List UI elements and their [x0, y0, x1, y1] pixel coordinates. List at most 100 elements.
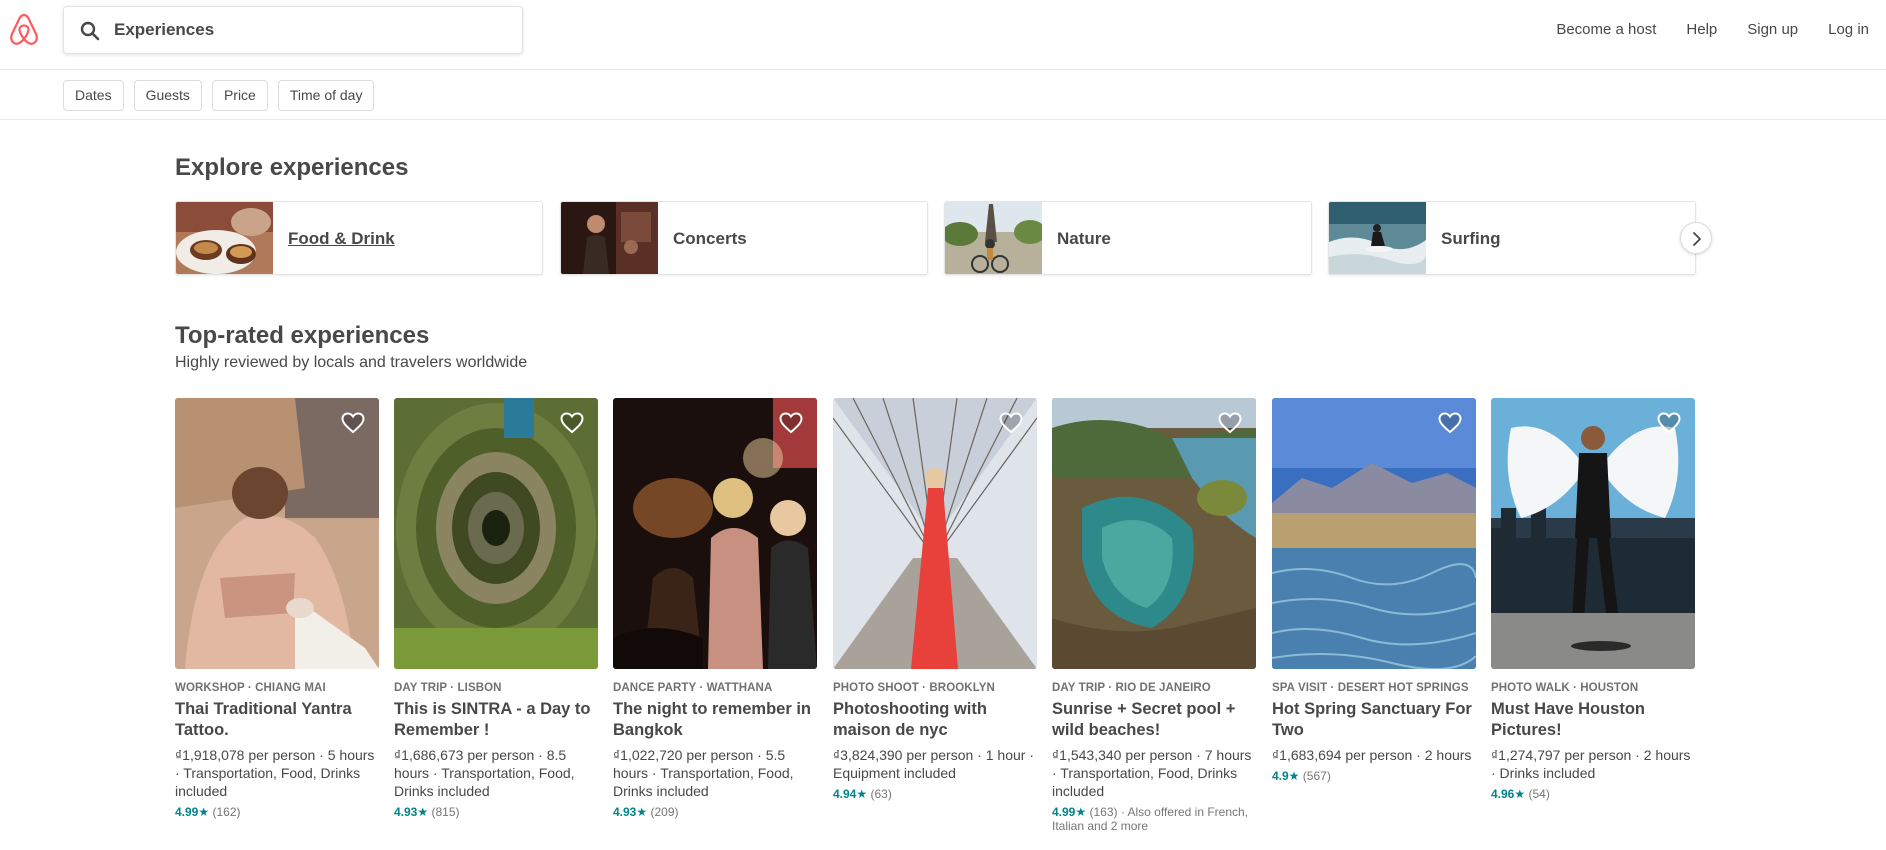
rating-score: 4.94★: [833, 787, 868, 801]
search-box[interactable]: [63, 6, 523, 54]
rating-score: 4.9★: [1272, 769, 1300, 783]
experience-title[interactable]: This is SINTRA - a Day to Remember !: [394, 699, 598, 741]
brooklyn-bridge-image: [833, 398, 1037, 669]
experience-kicker: SPA VISIT · DESERT HOT SPRINGS: [1272, 682, 1469, 694]
surfing-image: [1329, 202, 1426, 274]
help-link[interactable]: Help: [1686, 19, 1717, 41]
experience-photo[interactable]: [1491, 398, 1695, 669]
experience-title[interactable]: Must Have Houston Pictures!: [1491, 699, 1695, 741]
experience-kicker: PHOTO SHOOT · BROOKLYN: [833, 682, 995, 694]
experience-card[interactable]: PHOTO WALK · HOUSTON Must Have Houston P…: [1491, 398, 1695, 801]
experience-rating: 4.99★ (163) · Also offered in French, It…: [1052, 805, 1256, 833]
experience-meta: ₫1,543,340 per person · 7 hours · Transp…: [1052, 747, 1252, 799]
filter-bar: Dates Guests Price Time of day: [0, 71, 1886, 120]
experience-rating: 4.9★ (567): [1272, 769, 1476, 783]
category-food-drink[interactable]: Food & Drink: [175, 201, 543, 275]
experience-photo[interactable]: [833, 398, 1037, 669]
review-count: (815): [431, 805, 460, 819]
review-count: (54): [1528, 787, 1550, 801]
hot-spring-image: [1272, 398, 1476, 669]
experience-card[interactable]: DANCE PARTY · WATTHANA The night to reme…: [613, 398, 817, 819]
experience-meta: ₫1,683,694 per person · 2 hours: [1272, 747, 1472, 763]
chevron-right-icon: [1693, 232, 1701, 246]
heart-icon[interactable]: [341, 412, 365, 434]
sign-up-link[interactable]: Sign up: [1747, 19, 1798, 41]
experience-title[interactable]: Thai Traditional Yantra Tattoo.: [175, 699, 379, 741]
experience-meta: ₫1,686,673 per person · 8.5 hours · Tran…: [394, 747, 575, 799]
sintra-well-image: [394, 398, 598, 669]
experience-kicker: DANCE PARTY · WATTHANA: [613, 682, 773, 694]
experience-rating: 4.99★ (162): [175, 805, 379, 819]
explore-title: Explore experiences: [175, 154, 409, 181]
price-filter-button[interactable]: Price: [211, 80, 268, 111]
experience-rating: 4.93★ (209): [613, 805, 817, 819]
food-drink-image: [176, 202, 273, 274]
heart-icon[interactable]: [1218, 412, 1242, 434]
category-nature[interactable]: Nature: [944, 201, 1312, 275]
carousel-next-button[interactable]: [1680, 222, 1712, 254]
review-count: (567): [1302, 769, 1331, 783]
review-count: (63): [870, 787, 892, 801]
experience-kicker: DAY TRIP · LISBON: [394, 682, 502, 694]
rating-score: 4.99★: [175, 805, 210, 819]
experience-card[interactable]: PHOTO SHOOT · BROOKLYN Photoshooting wit…: [833, 398, 1037, 801]
heart-icon[interactable]: [779, 412, 803, 434]
top-nav: Become a host Help Sign up Log in: [1526, 19, 1869, 41]
category-label: Nature: [1057, 229, 1111, 248]
nature-image: [945, 202, 1042, 274]
experience-title[interactable]: Hot Spring Sanctuary For Two: [1272, 699, 1476, 741]
experience-meta: ₫3,824,390 per person · 1 hour · Equipme…: [833, 747, 1034, 781]
experience-title[interactable]: Sunrise + Secret pool + wild beaches!: [1052, 699, 1256, 741]
review-count: (162): [212, 805, 241, 819]
experience-meta: ₫1,918,078 per person · 5 hours · Transp…: [175, 747, 375, 799]
experience-rating: 4.93★ (815): [394, 805, 598, 819]
rating-score: 4.99★: [1052, 805, 1087, 819]
category-concerts[interactable]: Concerts: [560, 201, 928, 275]
experience-rating: 4.96★ (54): [1491, 787, 1695, 801]
guests-filter-button[interactable]: Guests: [133, 80, 202, 111]
houston-wings-image: [1491, 398, 1695, 669]
dates-filter-button[interactable]: Dates: [63, 80, 124, 111]
category-label: Food & Drink: [288, 229, 395, 248]
rating-score: 4.96★: [1491, 787, 1526, 801]
log-in-link[interactable]: Log in: [1828, 19, 1869, 41]
experience-kicker: WORKSHOP · CHIANG MAI: [175, 682, 326, 694]
party-image: [613, 398, 817, 669]
tattoo-image: [175, 398, 379, 669]
rating-score: 4.93★: [394, 805, 429, 819]
heart-icon[interactable]: [999, 412, 1023, 434]
experience-title[interactable]: The night to remember in Bangkok: [613, 699, 817, 741]
experience-photo[interactable]: [175, 398, 379, 669]
experience-kicker: DAY TRIP · RIO DE JANEIRO: [1052, 682, 1211, 694]
heart-icon[interactable]: [1657, 412, 1681, 434]
search-input[interactable]: [114, 15, 504, 45]
review-count: (163): [1089, 805, 1118, 819]
experience-rating: 4.94★ (63): [833, 787, 1037, 801]
top-rated-subtitle: Highly reviewed by locals and travelers …: [175, 354, 528, 371]
heart-icon[interactable]: [1438, 412, 1462, 434]
rio-pool-image: [1052, 398, 1256, 669]
experience-photo[interactable]: [1052, 398, 1256, 669]
top-header: Become a host Help Sign up Log in: [0, 0, 1886, 70]
experience-card[interactable]: WORKSHOP · CHIANG MAI Thai Traditional Y…: [175, 398, 379, 819]
experience-card[interactable]: DAY TRIP · LISBON This is SINTRA - a Day…: [394, 398, 598, 819]
search-icon: [80, 21, 100, 41]
experience-photo[interactable]: [613, 398, 817, 669]
become-host-link[interactable]: Become a host: [1556, 19, 1656, 41]
category-carousel: Food & Drink Concerts Nature Surfing: [175, 201, 1696, 275]
experience-photo[interactable]: [394, 398, 598, 669]
experience-card[interactable]: SPA VISIT · DESERT HOT SPRINGS Hot Sprin…: [1272, 398, 1476, 783]
experience-card[interactable]: DAY TRIP · RIO DE JANEIRO Sunrise + Secr…: [1052, 398, 1256, 833]
airbnb-logo-icon[interactable]: [8, 12, 40, 48]
top-rated-title: Top-rated experiences: [175, 322, 430, 349]
experience-meta: ₫1,274,797 per person · 2 hours · Drinks…: [1491, 747, 1691, 781]
experience-photo[interactable]: [1272, 398, 1476, 669]
category-label: Surfing: [1441, 229, 1501, 248]
category-surfing[interactable]: Surfing: [1328, 201, 1696, 275]
rating-score: 4.93★: [613, 805, 648, 819]
time-of-day-filter-button[interactable]: Time of day: [277, 80, 375, 111]
experience-title[interactable]: Photoshooting with maison de nyc: [833, 699, 1037, 741]
heart-icon[interactable]: [560, 412, 584, 434]
concerts-image: [561, 202, 658, 274]
experience-meta: ₫1,022,720 per person · 5.5 hours · Tran…: [613, 747, 794, 799]
